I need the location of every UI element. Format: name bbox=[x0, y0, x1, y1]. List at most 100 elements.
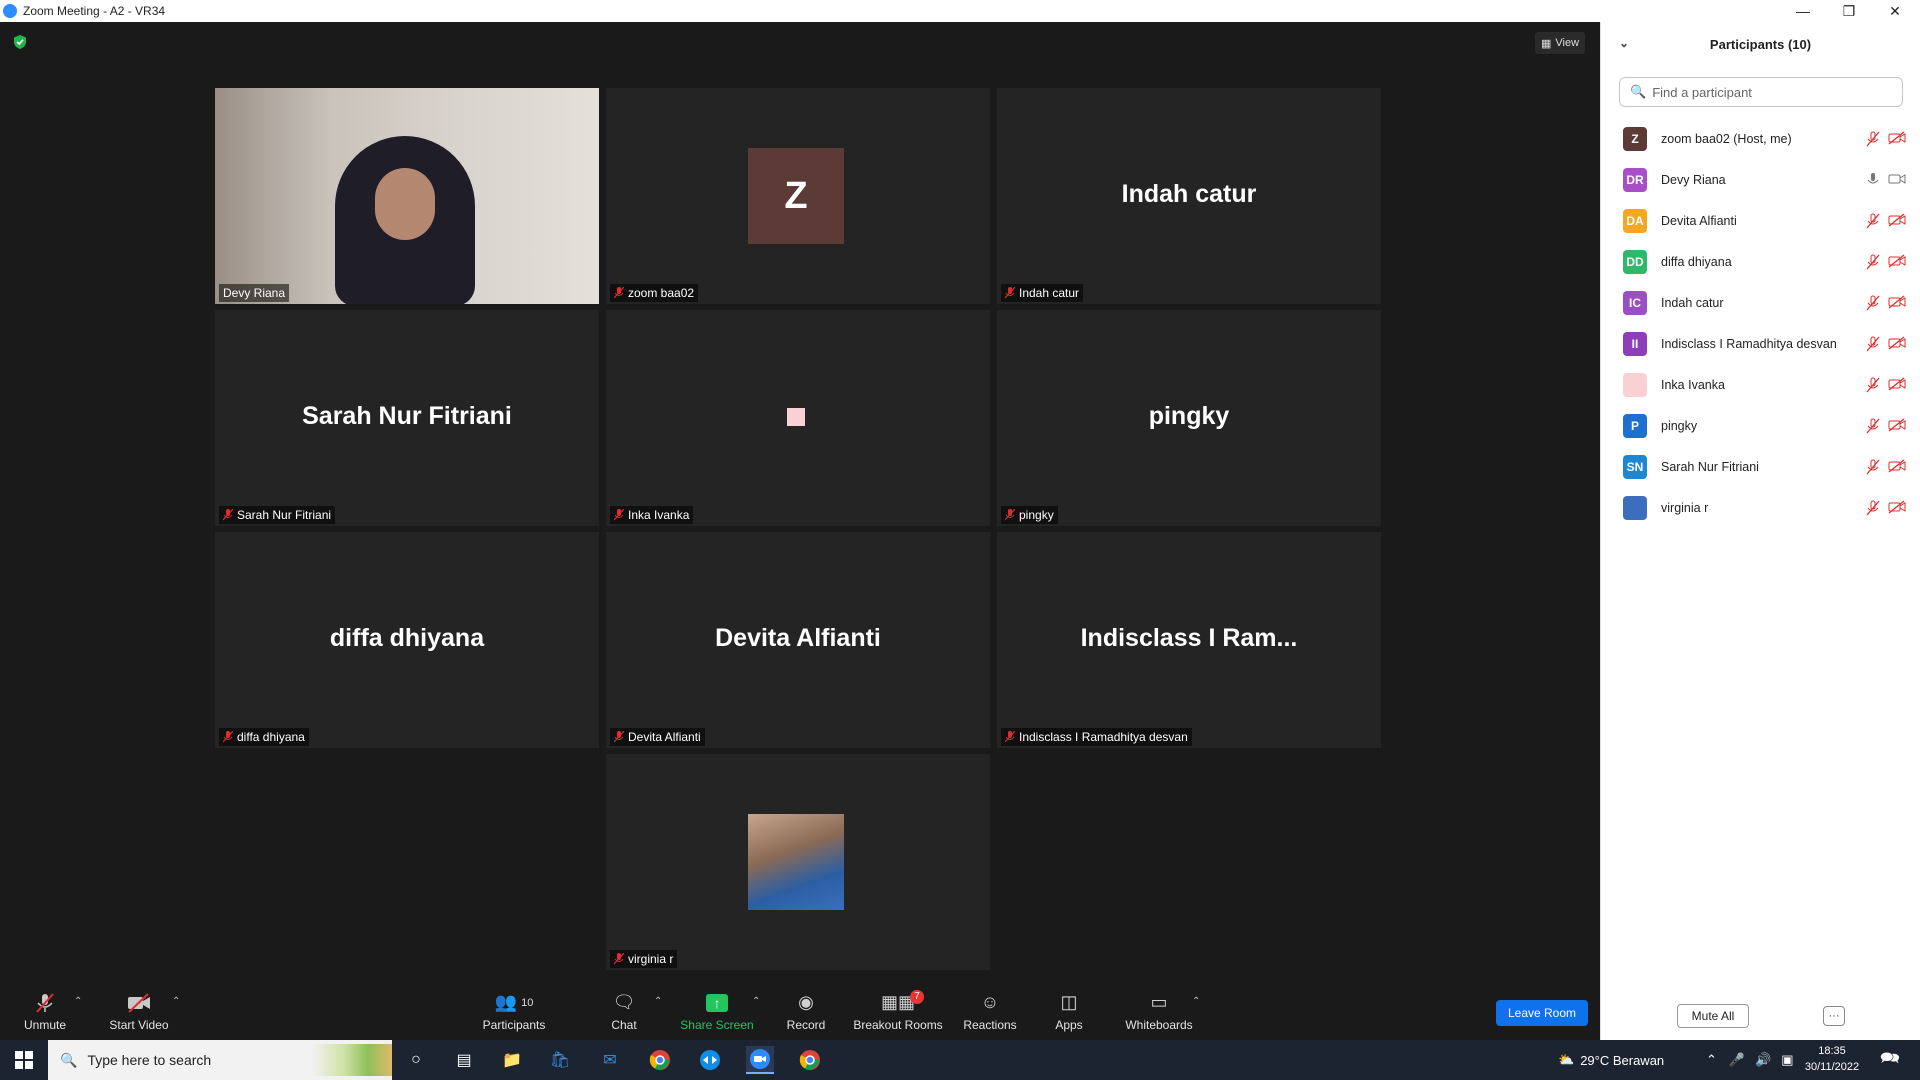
audio-options-caret[interactable]: ⌃ bbox=[74, 996, 82, 1007]
task-view-icon[interactable]: ▤ bbox=[450, 1046, 478, 1074]
notifications-icon[interactable]: 🗪 bbox=[1876, 1046, 1904, 1074]
mic-muted-icon[interactable] bbox=[1866, 213, 1882, 229]
video-tile-devita-alfianti[interactable]: Devita Alfianti Devita Alfianti bbox=[606, 532, 990, 748]
tile-label: pingky bbox=[1001, 506, 1058, 524]
mic-muted-icon[interactable] bbox=[1866, 336, 1882, 352]
video-tile-indisclass[interactable]: Indisclass I Ram... Indisclass I Ramadhi… bbox=[997, 532, 1381, 748]
store-icon[interactable]: 🛍 bbox=[546, 1046, 574, 1074]
participants-button[interactable]: 👥 10 Participants bbox=[478, 982, 550, 1040]
taskbar-search-input[interactable]: 🔍 Type here to search bbox=[48, 1040, 392, 1080]
video-off-icon[interactable] bbox=[1888, 377, 1908, 393]
mic-muted-icon[interactable] bbox=[1866, 254, 1882, 270]
mic-muted-icon[interactable] bbox=[1866, 295, 1882, 311]
video-icon[interactable] bbox=[1888, 172, 1908, 188]
more-options-button[interactable]: ··· bbox=[1823, 1006, 1845, 1026]
reactions-icon: ☺ bbox=[980, 992, 1000, 1012]
network-icon[interactable]: ▣ bbox=[1781, 1052, 1793, 1068]
avatar: Z bbox=[1623, 126, 1647, 151]
share-screen-button[interactable]: ↑ Share Screen bbox=[680, 982, 754, 1040]
record-button[interactable]: ◉ Record bbox=[784, 982, 828, 1040]
participant-row[interactable]: II Indisclass I Ramadhitya desvan bbox=[1601, 323, 1920, 364]
video-off-icon[interactable] bbox=[1888, 459, 1908, 475]
whiteboards-button[interactable]: ▭ Whiteboards bbox=[1124, 982, 1194, 1040]
video-off-icon[interactable] bbox=[1888, 336, 1908, 352]
mic-muted-icon[interactable] bbox=[1866, 377, 1882, 393]
cortana-icon[interactable]: ○ bbox=[402, 1046, 430, 1074]
video-tile-zoom-baa02[interactable]: Z zoom baa02 bbox=[606, 88, 990, 304]
panel-title: Participants (10) bbox=[1709, 36, 1812, 52]
avatar: II bbox=[1623, 331, 1647, 356]
restore-button[interactable]: ❐ bbox=[1826, 0, 1872, 22]
apps-button[interactable]: ◫ Apps bbox=[1054, 982, 1084, 1040]
video-tile-devy-riana[interactable]: Devy Riana bbox=[215, 88, 599, 304]
participant-name: Sarah Nur Fitriani bbox=[1661, 459, 1759, 474]
participant-name: Devita Alfianti bbox=[1661, 213, 1737, 228]
breakout-rooms-button[interactable]: ▦▦ Breakout Rooms bbox=[852, 982, 944, 1040]
teamviewer-icon[interactable] bbox=[696, 1046, 724, 1074]
video-tile-sarah-nur-fitriani[interactable]: Sarah Nur Fitriani Sarah Nur Fitriani bbox=[215, 310, 599, 526]
video-tile-pingky[interactable]: pingky pingky bbox=[997, 310, 1381, 526]
chat-options-caret[interactable]: ⌃ bbox=[654, 996, 662, 1007]
mute-all-button[interactable]: Mute All bbox=[1677, 1004, 1749, 1028]
microphone-icon[interactable]: 🎤 bbox=[1729, 1052, 1745, 1068]
participant-row[interactable]: DR Devy Riana bbox=[1601, 159, 1920, 200]
participants-count: 10 bbox=[521, 996, 534, 1009]
speaker-icon[interactable]: 🔊 bbox=[1755, 1052, 1771, 1068]
chevron-up-icon[interactable]: ⌃ bbox=[1706, 1052, 1717, 1068]
chat-button[interactable]: 🗨 Chat bbox=[604, 982, 644, 1040]
chrome-icon[interactable] bbox=[646, 1046, 674, 1074]
whiteboard-options-caret[interactable]: ⌃ bbox=[1192, 996, 1200, 1007]
mic-muted-icon[interactable] bbox=[1866, 131, 1882, 147]
participant-row[interactable]: SN Sarah Nur Fitriani bbox=[1601, 446, 1920, 487]
participant-search-input[interactable]: 🔍 Find a participant bbox=[1619, 77, 1903, 107]
avatar: IC bbox=[1623, 290, 1647, 315]
participant-name: diffa dhiyana bbox=[1661, 254, 1732, 269]
unmute-button[interactable]: Unmute bbox=[18, 982, 72, 1040]
participant-row[interactable]: Zzoom baa02 (Host, me) bbox=[1601, 118, 1920, 159]
view-button[interactable]: ▦ View bbox=[1535, 32, 1585, 54]
participant-list: Zzoom baa02 (Host, me) DR Devy Riana DA Devi… bbox=[1601, 118, 1920, 528]
video-off-icon[interactable] bbox=[1888, 213, 1908, 229]
video-tile-inka-ivanka[interactable]: Inka Ivanka bbox=[606, 310, 990, 526]
mail-icon[interactable]: ✉ bbox=[596, 1046, 624, 1074]
participant-row[interactable]: Ppingky bbox=[1601, 405, 1920, 446]
minimize-button[interactable]: — bbox=[1780, 0, 1826, 22]
tile-name: Devita Alfianti bbox=[715, 624, 881, 652]
start-video-button[interactable]: Start Video bbox=[104, 982, 174, 1040]
mic-muted-icon[interactable] bbox=[1866, 418, 1882, 434]
chrome-profile-icon[interactable] bbox=[796, 1046, 824, 1074]
video-tile-virginia-r[interactable]: virginia r bbox=[606, 754, 990, 970]
participant-row[interactable]: Inka Ivanka bbox=[1601, 364, 1920, 405]
leave-room-button[interactable]: Leave Room bbox=[1496, 1000, 1588, 1026]
system-clock[interactable]: 18:35 30/11/2022 bbox=[1795, 1043, 1869, 1075]
partly-cloudy-icon: ⛅ bbox=[1558, 1052, 1575, 1067]
reactions-button[interactable]: ☺ Reactions bbox=[962, 982, 1018, 1040]
participant-row[interactable]: IC Indah catur bbox=[1601, 282, 1920, 323]
meeting-toolbar: Unmute ⌃ Start Video ⌃ 👥 10 Participants… bbox=[0, 982, 1600, 1040]
video-off-icon[interactable] bbox=[1888, 418, 1908, 434]
mic-muted-icon[interactable] bbox=[1866, 500, 1882, 516]
file-explorer-icon[interactable]: 📁 bbox=[498, 1046, 526, 1074]
mic-muted-icon[interactable] bbox=[1866, 459, 1882, 475]
participant-row[interactable]: DD diffa dhiyana bbox=[1601, 241, 1920, 282]
zoom-taskbar-icon[interactable] bbox=[746, 1046, 774, 1074]
video-tile-diffa-dhiyana[interactable]: diffa dhiyana diffa dhiyana bbox=[215, 532, 599, 748]
video-tile-indah-catur[interactable]: Indah catur Indah catur bbox=[997, 88, 1381, 304]
tile-label: Indah catur bbox=[1001, 284, 1084, 302]
video-options-caret[interactable]: ⌃ bbox=[172, 996, 180, 1007]
video-off-icon[interactable] bbox=[1888, 254, 1908, 270]
participant-row[interactable]: virginia r bbox=[1601, 487, 1920, 528]
tile-label: Devita Alfianti bbox=[610, 728, 705, 746]
video-off-icon[interactable] bbox=[1888, 500, 1908, 516]
windows-icon bbox=[15, 1051, 33, 1069]
tile-name: diffa dhiyana bbox=[329, 624, 485, 652]
mic-icon[interactable] bbox=[1866, 172, 1882, 188]
chevron-down-icon[interactable]: ⌄ bbox=[1619, 36, 1629, 50]
participant-row[interactable]: DA Devita Alfianti bbox=[1601, 200, 1920, 241]
close-button[interactable]: ✕ bbox=[1872, 0, 1918, 22]
video-off-icon[interactable] bbox=[1888, 131, 1908, 147]
start-button[interactable] bbox=[0, 1040, 48, 1080]
share-options-caret[interactable]: ⌃ bbox=[752, 996, 760, 1007]
weather-widget[interactable]: ⛅ 29°C Berawan bbox=[1558, 1040, 1664, 1080]
video-off-icon[interactable] bbox=[1888, 295, 1908, 311]
